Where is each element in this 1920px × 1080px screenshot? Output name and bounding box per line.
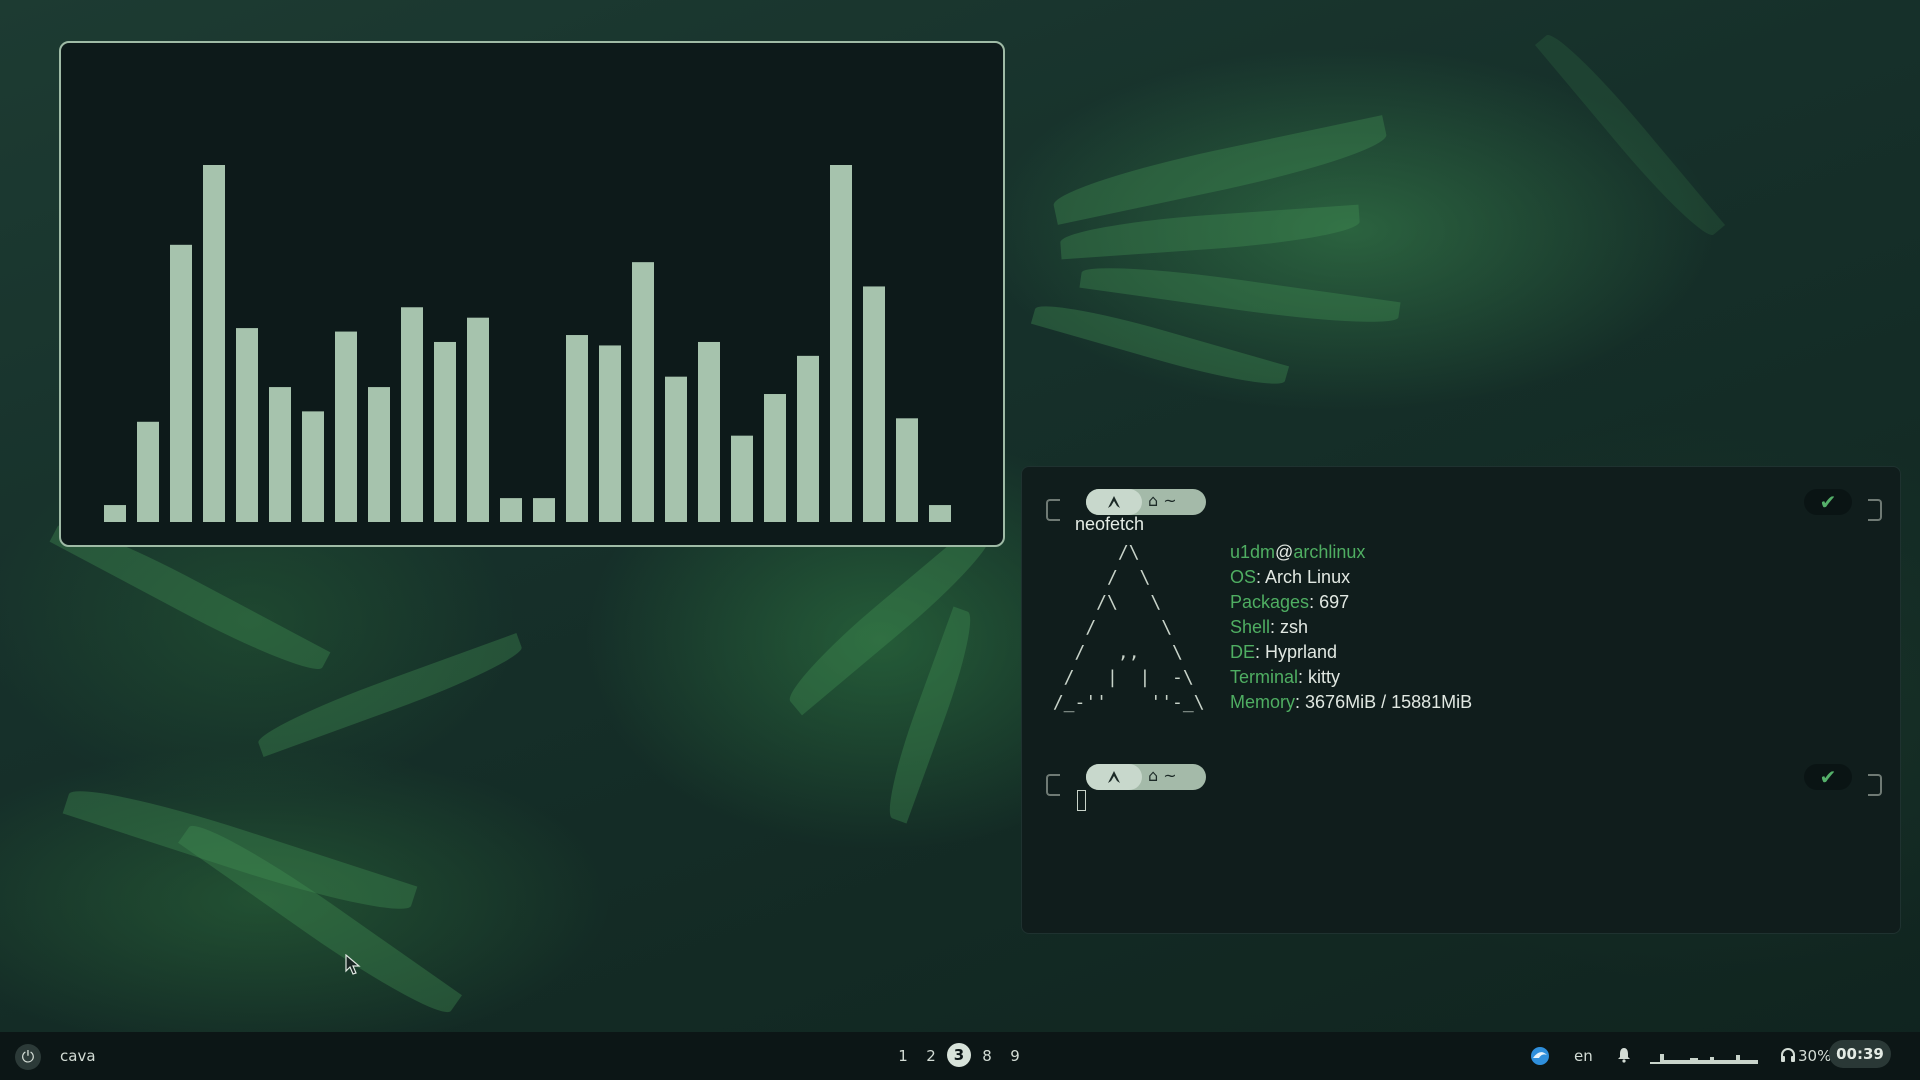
prompt-bracket-right [1868,499,1882,521]
visualizer-bar [203,165,225,522]
active-window-title: cava [60,1047,96,1065]
info-row-terminal: Terminal: kitty [1230,667,1341,687]
visualizer-bar [896,418,918,522]
prompt-dir: ~ [1163,491,1177,510]
visualizer-bar [863,286,885,522]
visualizer-bar [797,355,819,522]
workspace-1[interactable]: 1 [893,1047,913,1065]
workspace-9[interactable]: 9 [1005,1047,1025,1065]
keyboard-language[interactable]: en [1574,1047,1593,1065]
visualizer-bar [533,498,555,522]
workspace-8[interactable]: 8 [977,1047,997,1065]
visualizer-bar [698,341,720,522]
clock[interactable]: 00:39 [1829,1040,1891,1068]
visualizer-bar [104,505,126,522]
visualizer-bar [632,262,654,522]
visualizer-bar [731,435,753,522]
prompt-bracket-left [1046,774,1060,796]
prompt-bar-2: ⌂ ~ ✔ [1046,764,1882,796]
prompt-bracket-right [1868,774,1882,796]
workspace-2[interactable]: 2 [921,1047,941,1065]
mouse-pointer-icon [345,954,361,975]
visualizer-bar [566,335,588,522]
info-row-memory: Memory: 3676MiB / 15881MiB [1230,692,1473,712]
prompt-bar-1: ⌂ ~ ✔ [1046,489,1882,521]
prompt-bracket-left [1046,499,1060,521]
visualizer-bar [467,317,489,522]
prompt-pill: ⌂ ~ [1086,764,1206,790]
visualizer-bar [269,387,291,522]
visualizer-bar [764,394,786,522]
visualizer-bar [401,307,423,522]
info-row-de: DE: Hyprland [1230,642,1338,662]
visualizer-bar [665,376,687,522]
visualizer-bar [830,165,852,522]
visualizer-bar [335,331,357,522]
visualizer-bar [434,341,456,522]
audio-visualizer [104,165,951,522]
prompt-dir: ~ [1163,766,1177,785]
bell-icon[interactable] [1617,1047,1631,1063]
home-icon: ⌂ [1148,766,1159,785]
browser-tray-icon[interactable] [1530,1046,1550,1066]
cava-window[interactable] [59,41,1005,547]
home-icon: ⌂ [1148,491,1159,510]
volume-level[interactable]: 30% [1798,1047,1831,1065]
headphones-icon[interactable] [1780,1048,1796,1062]
user-host: u1dm@archlinux [1230,542,1366,562]
info-row-os: OS: Arch Linux [1230,567,1351,587]
terminal-cursor[interactable] [1077,790,1086,811]
arch-icon [1086,489,1142,515]
visualizer-bar [599,345,621,522]
power-button[interactable]: ⏻ [15,1044,41,1070]
visualizer-bar [368,387,390,522]
cpu-usage-graph [1650,1054,1758,1064]
check-icon: ✔ [1804,764,1852,790]
visualizer-bar [236,328,258,522]
info-row-shell: Shell: zsh [1230,617,1309,637]
workspace-3-active[interactable]: 3 [947,1043,971,1067]
info-row-packages: Packages: 697 [1230,592,1350,612]
check-icon: ✔ [1804,489,1852,515]
visualizer-bar [302,411,324,522]
visualizer-bar [170,244,192,522]
visualizer-bar [137,421,159,522]
visualizer-bar [500,498,522,522]
arch-icon [1086,764,1142,790]
arch-ascii-logo: /\ / \ /\ \ / \ / ,, \ / | | -\ /_-'' ''… [1052,542,1205,713]
prompt-pill: ⌂ ~ [1086,489,1206,515]
taskbar: ⏻ cava 1 2 3 8 9 en 30% 00:39 [0,1032,1920,1080]
visualizer-bar [929,505,951,522]
neofetch-info: u1dm@archlinux OS: Arch Linux Packages: … [1230,540,1472,715]
terminal-command: neofetch [1075,514,1145,534]
power-icon: ⏻ [21,1047,35,1066]
